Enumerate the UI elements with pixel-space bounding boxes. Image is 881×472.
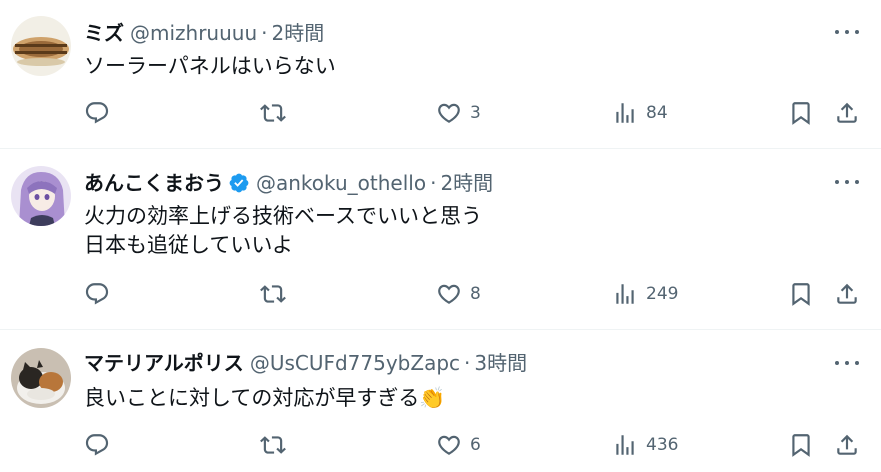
share-button[interactable] xyxy=(834,432,860,458)
bookmark-icon xyxy=(792,102,810,125)
separator: · xyxy=(261,21,268,45)
tweet-text: 良いことに対しての対応が早すぎる👏 xyxy=(84,384,446,413)
action-bar: 8 249 xyxy=(84,281,864,311)
retweet-icon xyxy=(260,285,286,303)
tweet-text-line: 火力の効率上げる技術ベースでいいと思う xyxy=(84,204,482,228)
tweet[interactable]: ミズ @mizhruuuu · 2時間 ソーラーパネルはいらない 3 84 xyxy=(0,0,881,148)
user-handle[interactable]: @mizhruuuu xyxy=(130,21,257,45)
retweet-button[interactable] xyxy=(260,281,286,307)
like-button[interactable]: 3 xyxy=(436,100,481,126)
tweet[interactable]: マテリアルポリス @UsCUFd775ybZapc · 3時間 良いことに対して… xyxy=(0,330,881,472)
display-name[interactable]: あんこくまおう xyxy=(84,171,224,195)
tweet-text-line: ソーラーパネルはいらない xyxy=(84,54,336,78)
tweet-text: ソーラーパネルはいらない xyxy=(84,52,336,81)
timestamp[interactable]: 2時間 xyxy=(272,21,325,45)
share-button[interactable] xyxy=(834,281,860,307)
timestamp[interactable]: 2時間 xyxy=(440,171,493,195)
verified-badge-icon xyxy=(229,173,249,193)
view-count: 84 xyxy=(646,103,668,123)
views-icon xyxy=(616,284,634,304)
views-button[interactable]: 84 xyxy=(612,100,668,126)
more-icon[interactable] xyxy=(835,27,861,37)
reply-button[interactable] xyxy=(84,281,110,307)
more-icon[interactable] xyxy=(835,177,861,187)
like-icon xyxy=(438,103,460,123)
reply-button[interactable] xyxy=(84,432,110,458)
bookmark-icon xyxy=(792,283,810,306)
bookmark-button[interactable] xyxy=(788,432,814,458)
like-count: 8 xyxy=(470,284,481,304)
timestamp[interactable]: 3時間 xyxy=(474,351,527,375)
like-icon xyxy=(438,435,460,455)
avatar[interactable] xyxy=(11,348,71,408)
separator: · xyxy=(430,171,437,195)
tweet[interactable]: あんこくまおう @ankoku_othello · 2時間 火力の効率上げる技術… xyxy=(0,149,881,329)
separator: · xyxy=(464,351,471,375)
user-handle[interactable]: @UsCUFd775ybZapc xyxy=(250,351,460,375)
retweet-button[interactable] xyxy=(260,100,286,126)
share-button[interactable] xyxy=(834,100,860,126)
like-button[interactable]: 8 xyxy=(436,281,481,307)
tweet-header: マテリアルポリス @UsCUFd775ybZapc · 3時間 xyxy=(84,351,527,375)
user-handle[interactable]: @ankoku_othello xyxy=(256,171,426,195)
reply-icon xyxy=(85,102,109,124)
view-count: 249 xyxy=(646,284,679,304)
bookmark-icon xyxy=(792,434,810,457)
retweet-icon xyxy=(260,104,286,122)
share-icon xyxy=(837,283,857,304)
action-bar: 3 84 xyxy=(84,100,864,130)
reply-icon xyxy=(85,434,109,456)
tweet-header: ミズ @mizhruuuu · 2時間 xyxy=(84,21,324,45)
action-bar: 6 436 xyxy=(84,432,864,462)
bookmark-button[interactable] xyxy=(788,100,814,126)
like-count: 6 xyxy=(470,435,481,455)
reply-icon xyxy=(85,283,109,305)
tweet-text-line: 日本も追従していいよ xyxy=(84,233,293,257)
more-icon[interactable] xyxy=(835,358,861,368)
retweet-button[interactable] xyxy=(260,432,286,458)
display-name[interactable]: マテリアルポリス xyxy=(84,351,244,375)
tweet-header: あんこくまおう @ankoku_othello · 2時間 xyxy=(84,171,493,195)
views-icon xyxy=(616,103,634,123)
like-icon xyxy=(438,284,460,304)
reply-button[interactable] xyxy=(84,100,110,126)
views-button[interactable]: 436 xyxy=(612,432,678,458)
avatar[interactable] xyxy=(11,16,71,76)
like-count: 3 xyxy=(470,103,481,123)
share-icon xyxy=(837,434,857,455)
views-button[interactable]: 249 xyxy=(612,281,678,307)
tweet-text-line: 良いことに対しての対応が早すぎる👏 xyxy=(84,386,446,410)
share-icon xyxy=(837,102,857,123)
tweet-text: 火力の効率上げる技術ベースでいいと思う 日本も追従していいよ xyxy=(84,202,482,260)
bookmark-button[interactable] xyxy=(788,281,814,307)
avatar[interactable] xyxy=(11,166,71,226)
views-icon xyxy=(616,435,634,455)
view-count: 436 xyxy=(646,435,679,455)
retweet-icon xyxy=(260,436,286,454)
like-button[interactable]: 6 xyxy=(436,432,481,458)
display-name[interactable]: ミズ xyxy=(84,21,124,45)
